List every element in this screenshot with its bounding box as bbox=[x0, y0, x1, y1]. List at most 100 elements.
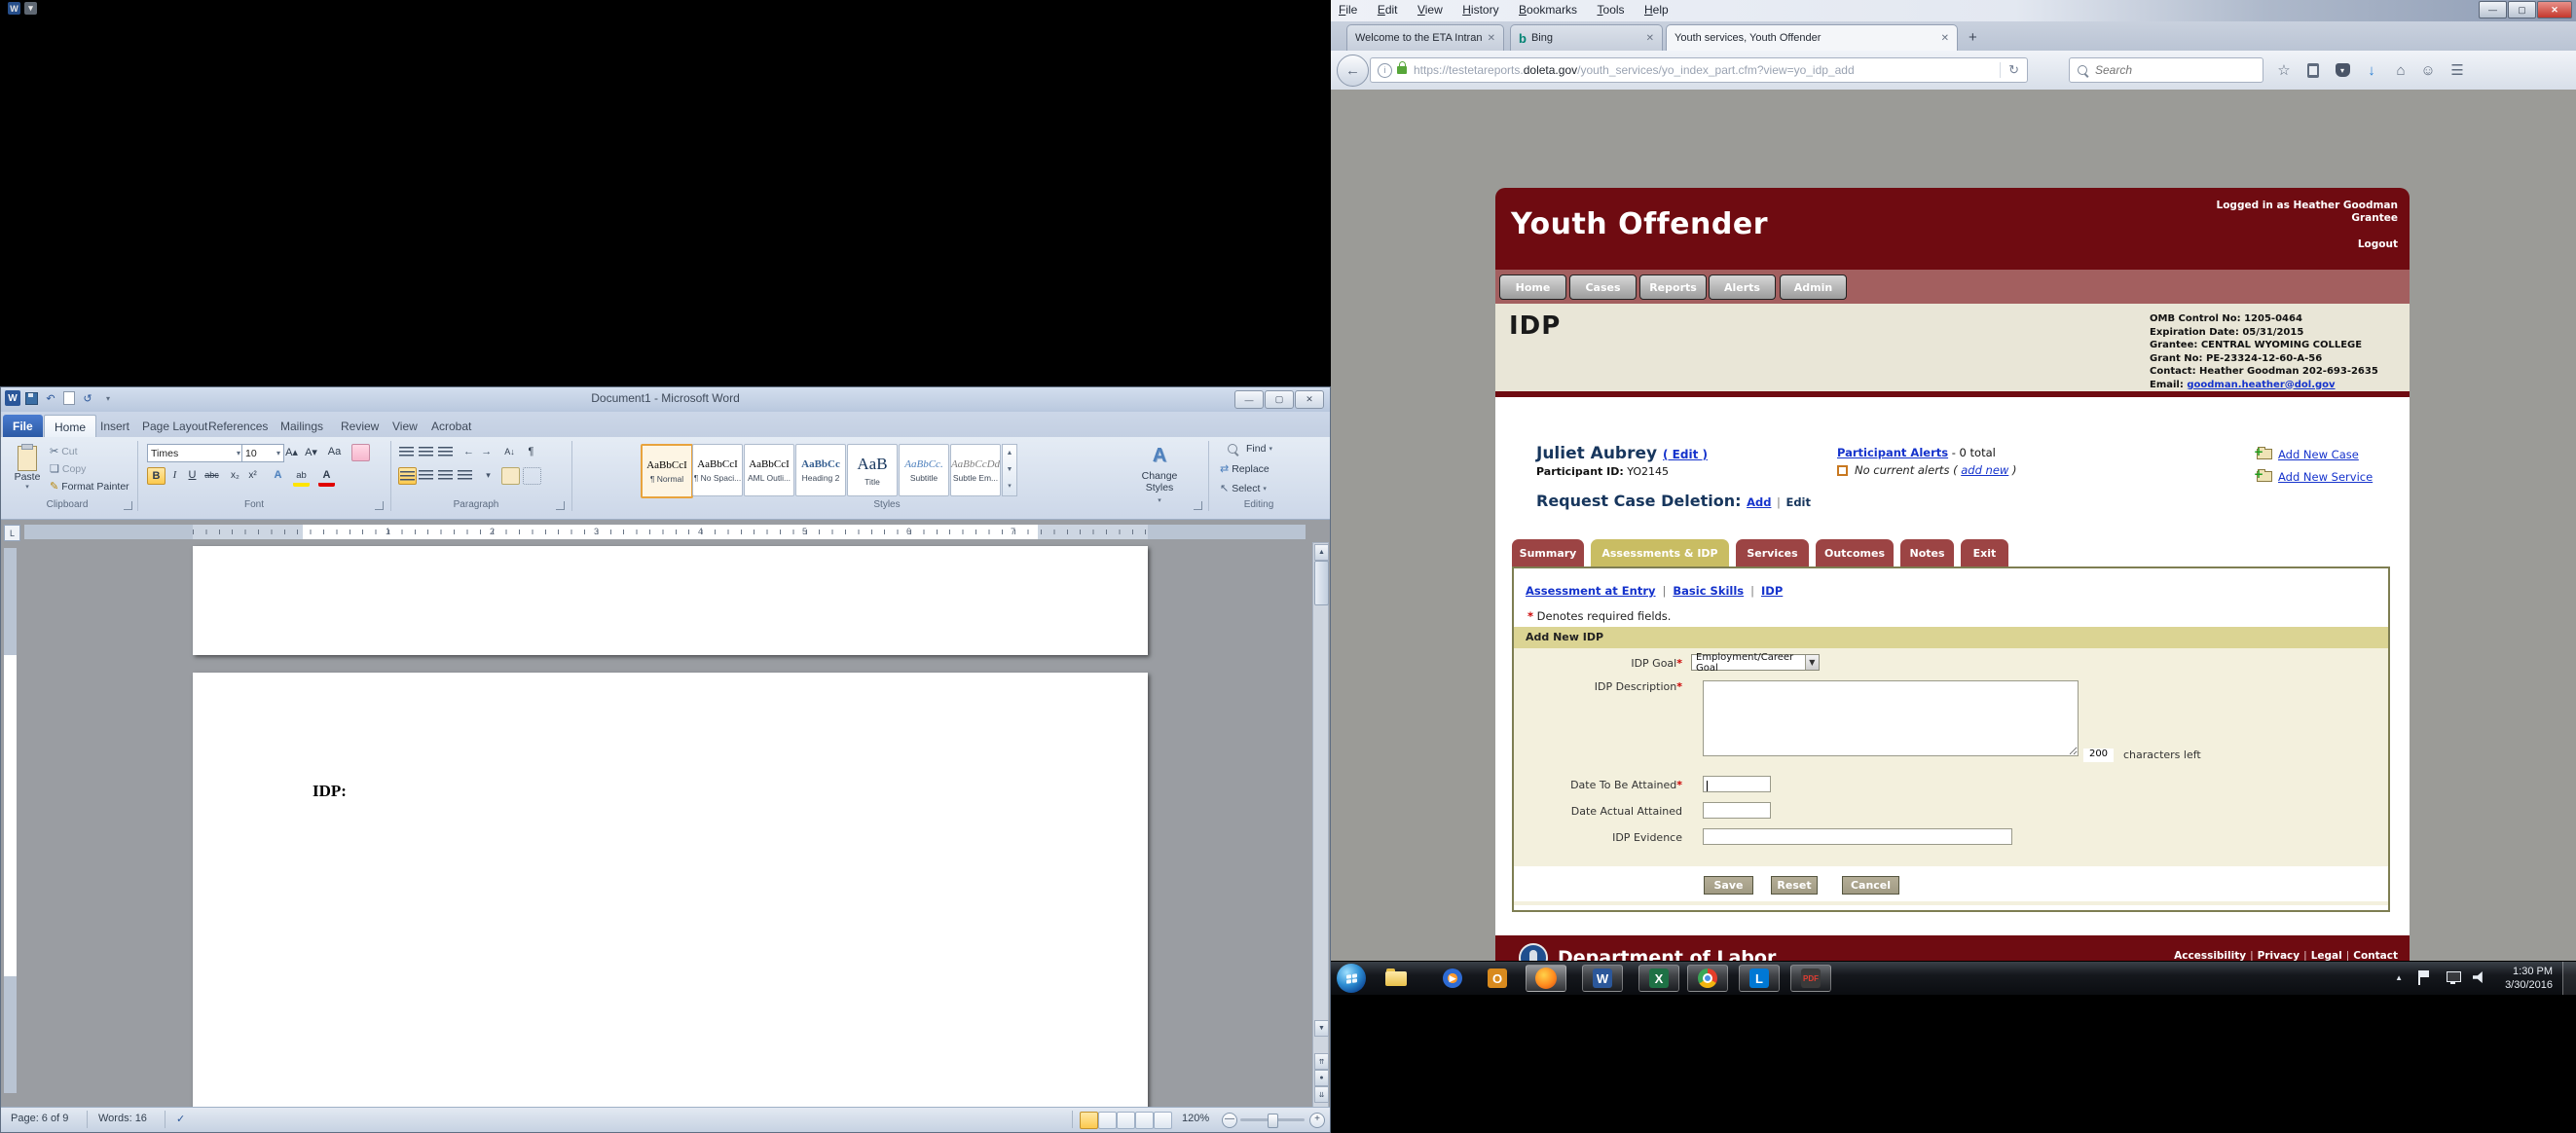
previous-page-icon[interactable]: ⇈ bbox=[1314, 1053, 1329, 1070]
contact-link[interactable]: Contact bbox=[2353, 950, 2398, 961]
browser-tab-youth-services[interactable]: Youth services, Youth Offender ✕ bbox=[1666, 24, 1958, 51]
word-count[interactable]: Words: 16 bbox=[98, 1113, 147, 1124]
taskbar-excel-icon[interactable]: X bbox=[1638, 965, 1679, 992]
scroll-down-icon[interactable]: ▼ bbox=[1314, 1020, 1329, 1037]
nav-admin-button[interactable]: Admin bbox=[1780, 274, 1847, 300]
align-center-button[interactable] bbox=[418, 467, 434, 483]
multilevel-list-icon[interactable] bbox=[437, 444, 454, 459]
search-bar[interactable] bbox=[2069, 57, 2263, 83]
bold-button[interactable]: B bbox=[147, 467, 166, 485]
tab-references[interactable]: References bbox=[199, 415, 277, 437]
add-new-alert-link[interactable]: add new bbox=[1961, 463, 2008, 477]
tab-summary[interactable]: Summary bbox=[1512, 539, 1584, 566]
tab-assessments-idp[interactable]: Assessments & IDP bbox=[1591, 539, 1729, 566]
start-button[interactable] bbox=[1337, 964, 1366, 993]
taskbar-outlook-icon[interactable]: O bbox=[1477, 965, 1518, 992]
menu-edit[interactable]: Edit bbox=[1370, 0, 1406, 17]
zoom-in-icon[interactable]: + bbox=[1309, 1113, 1325, 1128]
search-input[interactable] bbox=[2093, 62, 2233, 78]
idp-evidence-input[interactable] bbox=[1703, 828, 2012, 845]
paragraph-dialog-launcher-icon[interactable] bbox=[556, 501, 565, 510]
add-new-service-link[interactable]: Add New Service bbox=[2278, 470, 2373, 484]
feedback-smiley-icon[interactable]: ☺ bbox=[2415, 58, 2441, 82]
taskbar-lync-icon[interactable]: L bbox=[1739, 965, 1780, 992]
legal-link[interactable]: Legal bbox=[2311, 950, 2342, 961]
reload-icon[interactable]: ↻ bbox=[2000, 62, 2019, 78]
change-styles-button[interactable]: A Change Styles ▾ bbox=[1130, 445, 1189, 504]
bookmark-star-icon[interactable]: ☆ bbox=[2271, 58, 2297, 82]
tab-notes[interactable]: Notes bbox=[1900, 539, 1954, 566]
menu-view[interactable]: View bbox=[1410, 0, 1451, 17]
scroll-up-icon[interactable]: ▲ bbox=[1314, 544, 1329, 561]
paste-button[interactable]: Paste ▾ bbox=[9, 443, 46, 499]
tab-home[interactable]: Home bbox=[44, 415, 97, 438]
cut-button[interactable]: ✂ Cut bbox=[50, 445, 78, 458]
strikethrough-button[interactable]: abc bbox=[203, 467, 220, 483]
style-no-spacing[interactable]: AaBbCcI ¶ No Spaci... bbox=[692, 444, 743, 496]
tab-review[interactable]: Review bbox=[331, 415, 388, 437]
show-paragraph-marks-icon[interactable]: ¶ bbox=[523, 444, 539, 459]
clear-formatting-icon[interactable] bbox=[351, 444, 370, 461]
date-attained-input[interactable] bbox=[1703, 776, 1771, 792]
superscript-button[interactable]: x² bbox=[244, 467, 261, 483]
document-canvas[interactable]: IDP: ▲ ▼ ⇈ ● ⇊ bbox=[1, 542, 1330, 1110]
deletion-edit-link[interactable]: Edit bbox=[1785, 495, 1811, 509]
sort-icon[interactable]: A↓ bbox=[501, 444, 518, 459]
action-center-icon[interactable] bbox=[2418, 970, 2432, 985]
shrink-font-icon[interactable]: A▾ bbox=[303, 444, 319, 459]
select-browse-object-icon[interactable]: ● bbox=[1314, 1070, 1329, 1086]
align-right-button[interactable] bbox=[437, 467, 454, 483]
vertical-scrollbar[interactable]: ▲ ▼ ⇈ ● ⇊ bbox=[1312, 542, 1329, 1110]
styles-scroll-down-icon[interactable]: ▼ bbox=[1003, 461, 1016, 478]
italic-button[interactable]: I bbox=[166, 467, 183, 483]
word-minimize-button[interactable]: — bbox=[1234, 390, 1264, 409]
participant-edit-link[interactable]: ( Edit ) bbox=[1663, 448, 1708, 461]
browser-tab-bing[interactable]: b Bing ✕ bbox=[1510, 24, 1663, 51]
justify-button[interactable] bbox=[457, 467, 473, 483]
scrollbar-thumb[interactable] bbox=[1314, 561, 1329, 605]
idp-link[interactable]: IDP bbox=[1761, 584, 1783, 598]
word-close-button[interactable]: ✕ bbox=[1295, 390, 1324, 409]
accessibility-link[interactable]: Accessibility bbox=[2174, 950, 2246, 961]
tab-acrobat[interactable]: Acrobat bbox=[422, 415, 481, 437]
menu-tools[interactable]: Tools bbox=[1590, 0, 1633, 17]
font-family-combo[interactable]: Times ▾ bbox=[147, 444, 244, 462]
font-color-icon[interactable]: A bbox=[318, 467, 335, 487]
back-icon[interactable]: ← bbox=[1337, 55, 1369, 87]
assessment-at-entry-link[interactable]: Assessment at Entry bbox=[1526, 584, 1656, 598]
downloads-icon[interactable]: ↓ bbox=[2359, 58, 2384, 82]
document-page-6[interactable]: IDP: bbox=[193, 673, 1148, 1110]
shading-icon[interactable] bbox=[501, 467, 520, 485]
decrease-indent-icon[interactable]: ← bbox=[460, 444, 477, 459]
underline-button[interactable]: U bbox=[184, 467, 201, 483]
increase-indent-icon[interactable]: ← bbox=[478, 444, 495, 459]
subscript-button[interactable]: x₂ bbox=[227, 467, 243, 483]
hamburger-menu-icon[interactable]: ☰ bbox=[2445, 58, 2470, 82]
numbering-icon[interactable] bbox=[418, 444, 434, 459]
zoom-level[interactable]: 120% bbox=[1182, 1113, 1209, 1124]
taskbar-chrome-icon[interactable] bbox=[1687, 965, 1728, 992]
web-layout-view-icon[interactable] bbox=[1117, 1112, 1135, 1129]
nav-reports-button[interactable]: Reports bbox=[1639, 274, 1707, 300]
add-new-case-link[interactable]: Add New Case bbox=[2278, 448, 2359, 461]
styles-gallery-more-icon[interactable]: ▾ bbox=[1003, 478, 1016, 494]
print-layout-view-icon[interactable] bbox=[1080, 1112, 1098, 1129]
highlight-color-icon[interactable]: ab bbox=[293, 467, 310, 487]
menu-history[interactable]: History bbox=[1454, 0, 1506, 17]
styles-dialog-launcher-icon[interactable] bbox=[1194, 501, 1202, 510]
taskbar-explorer-icon[interactable] bbox=[1376, 965, 1417, 992]
tab-close-icon[interactable]: ✕ bbox=[1941, 33, 1949, 44]
taskbar-word-icon[interactable]: W bbox=[1582, 965, 1623, 992]
tab-services[interactable]: Services bbox=[1736, 539, 1809, 566]
zoom-slider[interactable] bbox=[1240, 1114, 1305, 1128]
grow-font-icon[interactable]: A▴ bbox=[283, 444, 300, 459]
replace-button[interactable]: ⇄ Replace bbox=[1220, 462, 1270, 476]
style-aml-outline[interactable]: AaBbCcI AML Outli... bbox=[744, 444, 794, 496]
tab-file[interactable]: File bbox=[3, 415, 43, 437]
style-subtitle[interactable]: AaBbCc. Subtitle bbox=[899, 444, 949, 496]
borders-icon[interactable] bbox=[523, 467, 541, 485]
browser-restore-button[interactable]: ▢ bbox=[2508, 1, 2536, 18]
style-heading2[interactable]: AaBbCc Heading 2 bbox=[795, 444, 846, 496]
reset-button[interactable]: Reset bbox=[1771, 876, 1818, 895]
taskbar-clock[interactable]: 1:30 PM 3/30/2016 bbox=[2505, 965, 2553, 992]
